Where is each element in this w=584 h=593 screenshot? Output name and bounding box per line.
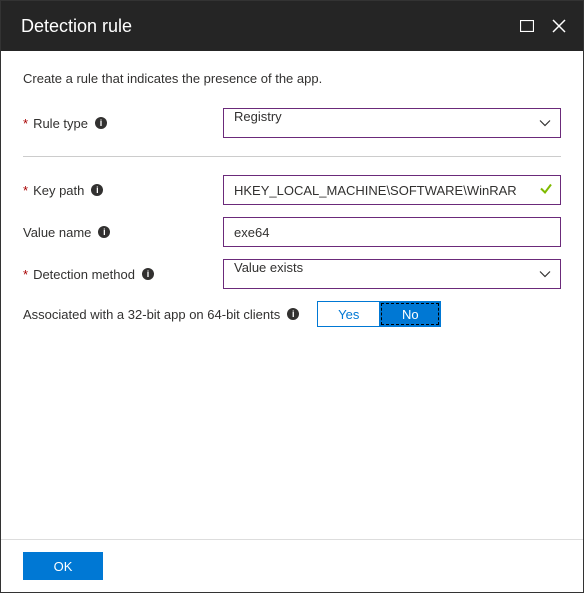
value-name-label: Value name i <box>23 225 223 240</box>
key-path-row: * Key path i <box>23 175 561 205</box>
panel-body: Create a rule that indicates the presenc… <box>1 51 583 539</box>
key-path-input[interactable] <box>223 175 561 205</box>
label-text: Value name <box>23 225 91 240</box>
info-icon[interactable]: i <box>91 184 103 196</box>
required-indicator: * <box>23 267 28 282</box>
association-row: Associated with a 32-bit app on 64-bit c… <box>23 301 561 327</box>
value-name-input[interactable] <box>223 217 561 247</box>
toggle-yes-button[interactable]: Yes <box>317 301 379 327</box>
ok-button[interactable]: OK <box>23 552 103 580</box>
rule-type-select[interactable]: Registry <box>223 108 561 138</box>
detection-method-select[interactable]: Value exists <box>223 259 561 289</box>
close-icon[interactable] <box>551 18 567 34</box>
required-indicator: * <box>23 183 28 198</box>
detection-rule-panel: Detection rule Create a rule that indica… <box>0 0 584 593</box>
panel-footer: OK <box>1 539 583 592</box>
header-actions <box>519 18 567 34</box>
label-text: Associated with a 32-bit app on 64-bit c… <box>23 307 280 322</box>
association-label: Associated with a 32-bit app on 64-bit c… <box>23 307 299 322</box>
value-name-row: Value name i <box>23 217 561 247</box>
maximize-icon[interactable] <box>519 18 535 34</box>
label-text: Key path <box>33 183 84 198</box>
panel-description: Create a rule that indicates the presenc… <box>23 71 561 86</box>
panel-header: Detection rule <box>1 1 583 51</box>
key-path-label: * Key path i <box>23 183 223 198</box>
rule-type-row: * Rule type i Registry <box>23 108 561 157</box>
yes-no-toggle: Yes No <box>317 301 441 327</box>
info-icon[interactable]: i <box>98 226 110 238</box>
key-path-input-col <box>223 175 561 205</box>
required-indicator: * <box>23 116 28 131</box>
label-text: Rule type <box>33 116 88 131</box>
info-icon[interactable]: i <box>287 308 299 320</box>
rule-type-input-col: Registry <box>223 108 561 138</box>
value-name-input-col <box>223 217 561 247</box>
detection-method-input-col: Value exists <box>223 259 561 289</box>
detection-method-row: * Detection method i Value exists <box>23 259 561 289</box>
panel-title: Detection rule <box>21 16 132 37</box>
info-icon[interactable]: i <box>142 268 154 280</box>
rule-type-value: Registry <box>223 108 561 138</box>
rule-type-label: * Rule type i <box>23 116 223 131</box>
detection-method-value: Value exists <box>223 259 561 289</box>
detection-method-label: * Detection method i <box>23 267 223 282</box>
toggle-no-button[interactable]: No <box>379 301 441 327</box>
info-icon[interactable]: i <box>95 117 107 129</box>
label-text: Detection method <box>33 267 135 282</box>
